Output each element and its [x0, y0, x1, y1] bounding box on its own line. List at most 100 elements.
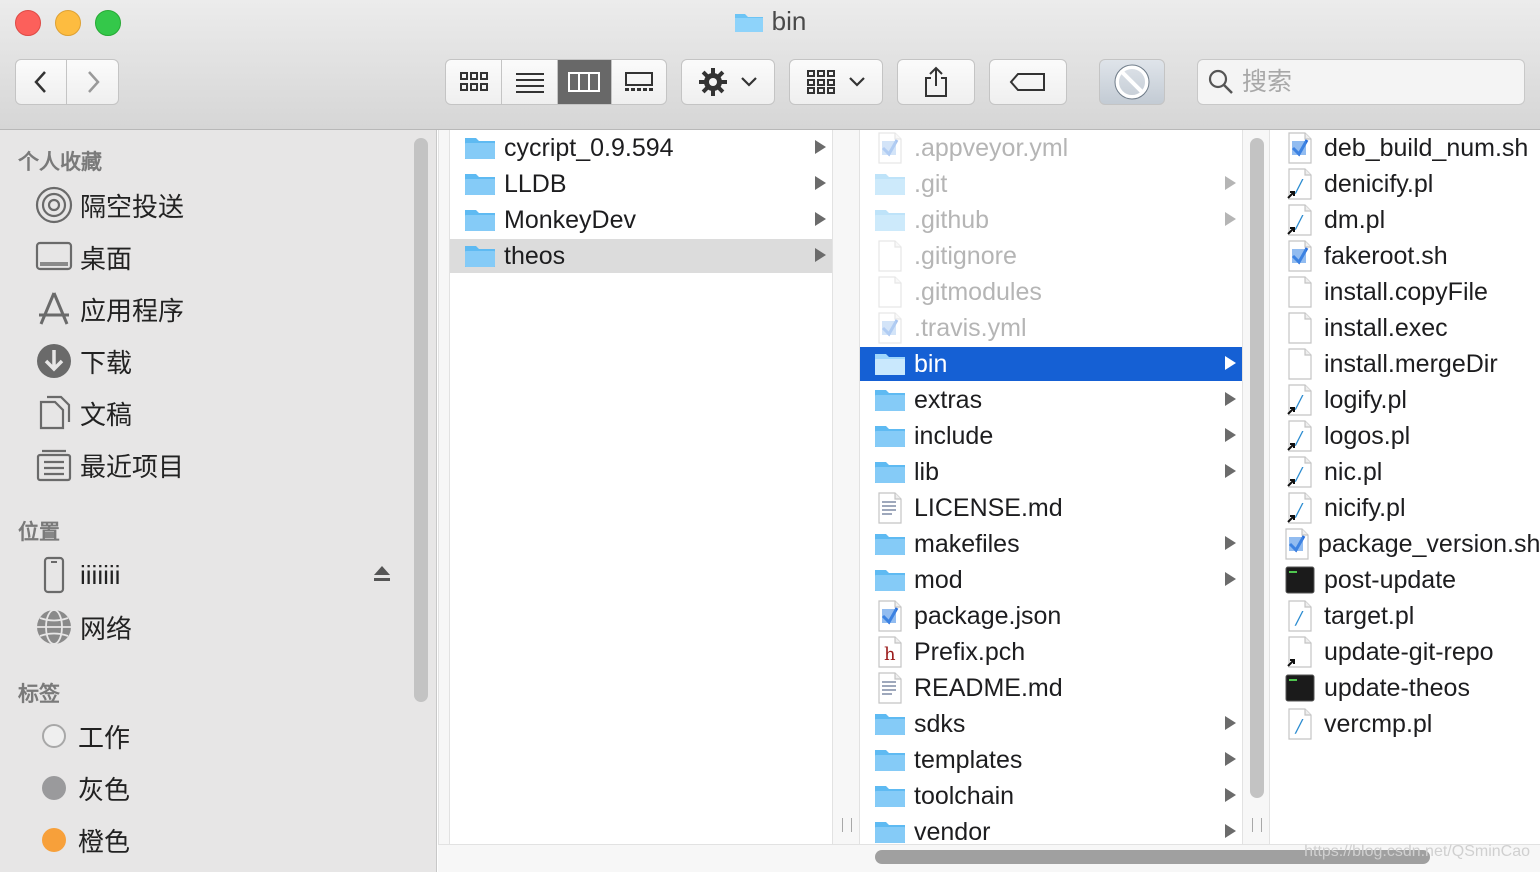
file-row[interactable]: / target.pl — [1270, 599, 1540, 633]
file-row[interactable]: package_version.sh — [1270, 527, 1540, 561]
folder-row[interactable]: vendor — [860, 815, 1242, 844]
resize-grip-icon[interactable] — [1252, 818, 1262, 832]
sidebar-tag-orange[interactable]: 橙色 — [34, 818, 404, 862]
folder-icon — [874, 529, 906, 559]
file-row[interactable]: / dm.pl — [1270, 203, 1540, 237]
folder-row[interactable]: bin — [860, 347, 1242, 381]
sidebar-item-desktop[interactable]: 桌面 — [34, 235, 404, 279]
icon-view-button[interactable] — [446, 60, 503, 104]
folder-row[interactable]: .git — [860, 167, 1242, 201]
file-row[interactable]: post-update — [1270, 563, 1540, 597]
sidebar-header-favorites: 个人收藏 — [18, 151, 102, 174]
file-row[interactable]: .gitmodules — [860, 275, 1242, 309]
file-row[interactable]: install.copyFile — [1270, 275, 1540, 309]
file-row[interactable]: fakeroot.sh — [1270, 239, 1540, 273]
file-row[interactable]: h Prefix.pch — [860, 635, 1242, 669]
folder-row[interactable]: extras — [860, 383, 1242, 417]
file-row[interactable]: .appveyor.yml — [860, 131, 1242, 165]
script-file-icon — [874, 132, 906, 164]
sidebar-tag-work[interactable]: 工作 — [34, 714, 404, 758]
item-name: update-git-repo — [1324, 637, 1494, 666]
file-row[interactable]: / logos.pl — [1270, 419, 1540, 453]
item-name: sdks — [914, 709, 966, 738]
sidebar-item-airdrop[interactable]: 隔空投送 — [34, 183, 404, 227]
folder-row[interactable]: templates — [860, 743, 1242, 777]
folder-row[interactable]: toolchain — [860, 779, 1242, 813]
item-name: denicify.pl — [1324, 169, 1434, 198]
item-name: extras — [914, 385, 983, 414]
chevron-right-icon — [87, 71, 100, 93]
list-view-button[interactable] — [502, 60, 558, 104]
edit-tags-button[interactable] — [989, 59, 1067, 105]
search-field[interactable] — [1197, 59, 1525, 105]
folder-row[interactable]: cycript_0.9.594 — [450, 131, 832, 165]
folder-row[interactable]: LLDB — [450, 167, 832, 201]
folder-row[interactable]: sdks — [860, 707, 1242, 741]
folder-row[interactable]: theos — [450, 239, 832, 273]
airdrop-icon — [34, 185, 74, 225]
item-name: fakeroot.sh — [1324, 241, 1448, 270]
sidebar-item-device[interactable]: iiiiiii — [34, 553, 404, 597]
sidebar-tag-gray[interactable]: 灰色 — [34, 766, 404, 810]
file-row[interactable]: / denicify.pl — [1270, 167, 1540, 201]
search-input[interactable] — [1242, 67, 1502, 97]
gallery-view-button[interactable] — [612, 60, 667, 104]
file-row[interactable]: / logify.pl — [1270, 383, 1540, 417]
file-row[interactable]: / nic.pl — [1270, 455, 1540, 489]
sidebar-item-recents[interactable]: 最近项目 — [34, 443, 404, 487]
file-row[interactable]: update-theos — [1270, 671, 1540, 705]
column-divider[interactable] — [832, 130, 860, 844]
item-name: dm.pl — [1324, 205, 1386, 234]
folder-icon — [874, 205, 906, 235]
forward-button[interactable] — [67, 60, 118, 104]
window-title-text: bin — [771, 6, 807, 36]
back-button[interactable] — [16, 60, 68, 104]
sidebar-item-applications[interactable]: 应用程序 — [34, 287, 404, 331]
column-view-button[interactable] — [557, 60, 612, 104]
item-name: README.md — [914, 673, 1063, 702]
perl-alias-icon: / — [1284, 492, 1316, 524]
group-button[interactable] — [789, 59, 883, 105]
folder-row[interactable]: makefiles — [860, 527, 1242, 561]
sidebar-item-network[interactable]: 网络 — [34, 605, 404, 649]
sidebar-item-label: iiiiiii — [80, 559, 121, 590]
sidebar-item-documents[interactable]: 文稿 — [34, 391, 404, 435]
folder-icon — [734, 13, 763, 32]
sidebar-item-label: 最近项目 — [80, 451, 185, 482]
folder-row[interactable]: include — [860, 419, 1242, 453]
file-row[interactable]: package.json — [860, 599, 1242, 633]
sidebar-item-label: 隔空投送 — [80, 191, 185, 222]
file-row[interactable]: .gitignore — [860, 239, 1242, 273]
share-button[interactable] — [897, 59, 975, 105]
disclosure-arrow-icon — [1225, 392, 1236, 406]
file-row[interactable]: .travis.yml — [860, 311, 1242, 345]
file-row[interactable]: / nicify.pl — [1270, 491, 1540, 525]
column-divider[interactable] — [438, 130, 450, 844]
folder-row[interactable]: lib — [860, 455, 1242, 489]
folder-row[interactable]: .github — [860, 203, 1242, 237]
finder-window: bin 搜索 个人收藏 隔空投送 桌面 应用程序 下载 文稿 最近项目 位置 i… — [0, 0, 1540, 872]
file-row[interactable]: update-git-repo — [1270, 635, 1540, 669]
eject-icon[interactable] — [372, 564, 392, 584]
search-icon — [1208, 69, 1233, 94]
item-name: LLDB — [504, 169, 567, 198]
file-row[interactable]: README.md — [860, 671, 1242, 705]
sidebar-item-label: 应用程序 — [80, 295, 185, 326]
folder-icon — [464, 205, 496, 235]
folder-row[interactable]: MonkeyDev — [450, 203, 832, 237]
action-menu-button[interactable] — [681, 59, 775, 105]
file-row[interactable]: LICENSE.md — [860, 491, 1242, 525]
folder-row[interactable]: mod — [860, 563, 1242, 597]
perl-alias-icon: / — [1284, 168, 1316, 200]
resize-grip-icon[interactable] — [842, 818, 852, 832]
folder-icon — [874, 745, 906, 775]
file-row[interactable]: / vercmp.pl — [1270, 707, 1540, 741]
column-scrollbar[interactable] — [1250, 138, 1264, 798]
file-row[interactable]: install.exec — [1270, 311, 1540, 345]
sidebar-item-downloads[interactable]: 下载 — [34, 339, 404, 383]
browser-column-1: cycript_0.9.594 LLDB MonkeyDev theos — [450, 130, 832, 844]
toolbar-custom-button[interactable] — [1099, 59, 1165, 105]
sidebar-scrollbar[interactable] — [414, 138, 428, 702]
file-row[interactable]: install.mergeDir — [1270, 347, 1540, 381]
file-row[interactable]: deb_build_num.sh — [1270, 131, 1540, 165]
